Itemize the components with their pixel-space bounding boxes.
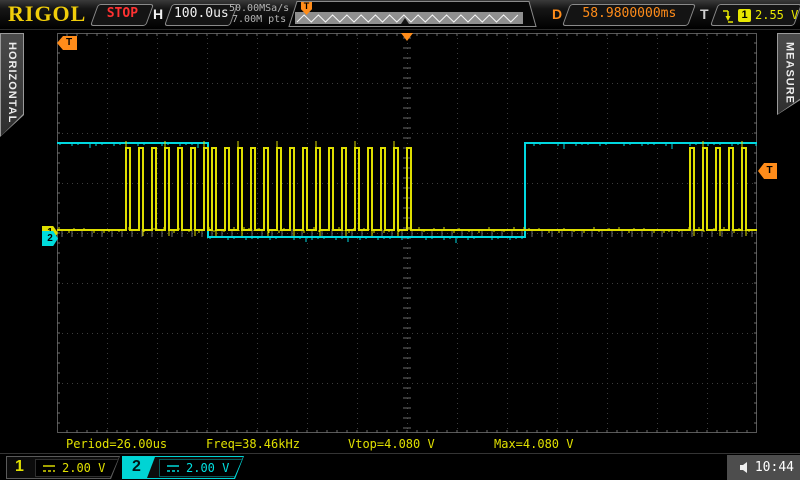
falling-edge-icon [722,8,734,23]
timebase-value: 100.0us [169,5,233,23]
channel1-number: 1 [15,458,24,476]
clock-time: 10:44 [755,460,794,475]
dc-coupling-icon [166,464,180,473]
channel2-screen: 2.00 V [159,459,245,477]
sample-rate: 50.00MSa/s [229,3,289,14]
memory-depth: 7.00M pts [229,14,289,25]
channel1-status-box[interactable]: 1 2.00 V [6,456,120,479]
top-status-bar: RIGOL STOP H 100.0us 50.00MSa/s 7.00M pt… [0,0,800,30]
tab-horizontal[interactable]: HORIZONTAL [0,33,24,137]
measurement-freq: Freq=38.46kHz [206,437,300,451]
channel1-screen: 2.00 V [35,459,121,477]
memory-waveform-overview [283,1,541,28]
horizontal-label: H [153,6,163,22]
trigger-source-badge: 1 [738,9,751,22]
delay-badge[interactable]: 58.9800000ms [562,4,696,26]
trigger-info: 1 2.55 V [715,6,798,24]
channel2-status-box[interactable]: 2 2.00 V [122,456,244,479]
brand-logo: RIGOL [8,1,86,27]
oscilloscope-screen: RIGOL STOP H 100.0us 50.00MSa/s 7.00M pt… [0,0,800,480]
channel2-number: 2 [132,458,141,476]
speaker-icon[interactable] [739,461,752,474]
run-status-badge[interactable]: STOP [90,4,154,26]
measurement-max: Max=4.080 V [494,437,573,451]
measurement-period: Period=26.00us [66,437,167,451]
delay-label: D [552,6,562,22]
channel1-scale: 2.00 V [62,461,105,475]
dc-coupling-icon [42,464,56,473]
memory-position-bar[interactable]: T [283,1,541,28]
trigger-badge[interactable]: 1 2.55 V [710,4,800,26]
delay-value: 58.9800000ms [567,5,691,23]
tab-horizontal-label: HORIZONTAL [6,42,18,123]
channel2-scale: 2.00 V [186,461,229,475]
timebase-badge[interactable]: 100.0us [164,4,238,26]
measurement-vtop: Vtop=4.080 V [348,437,435,451]
waveform-display[interactable] [57,33,757,433]
tab-measure[interactable]: MEASURE [777,33,800,115]
run-status-label: STOP [95,5,149,23]
trigger-level-value: 2.55 V [755,6,798,24]
clock-box: 10:44 [727,455,800,480]
trigger-label: T [700,6,709,22]
trigger-level-marker-icon[interactable]: T [758,163,777,179]
tab-measure-label: MEASURE [784,42,796,104]
bottom-divider [0,453,800,454]
acquisition-info: 50.00MSa/s 7.00M pts [229,3,289,25]
waveform-plot [57,33,757,433]
trigger-time-marker-icon[interactable] [401,33,413,41]
